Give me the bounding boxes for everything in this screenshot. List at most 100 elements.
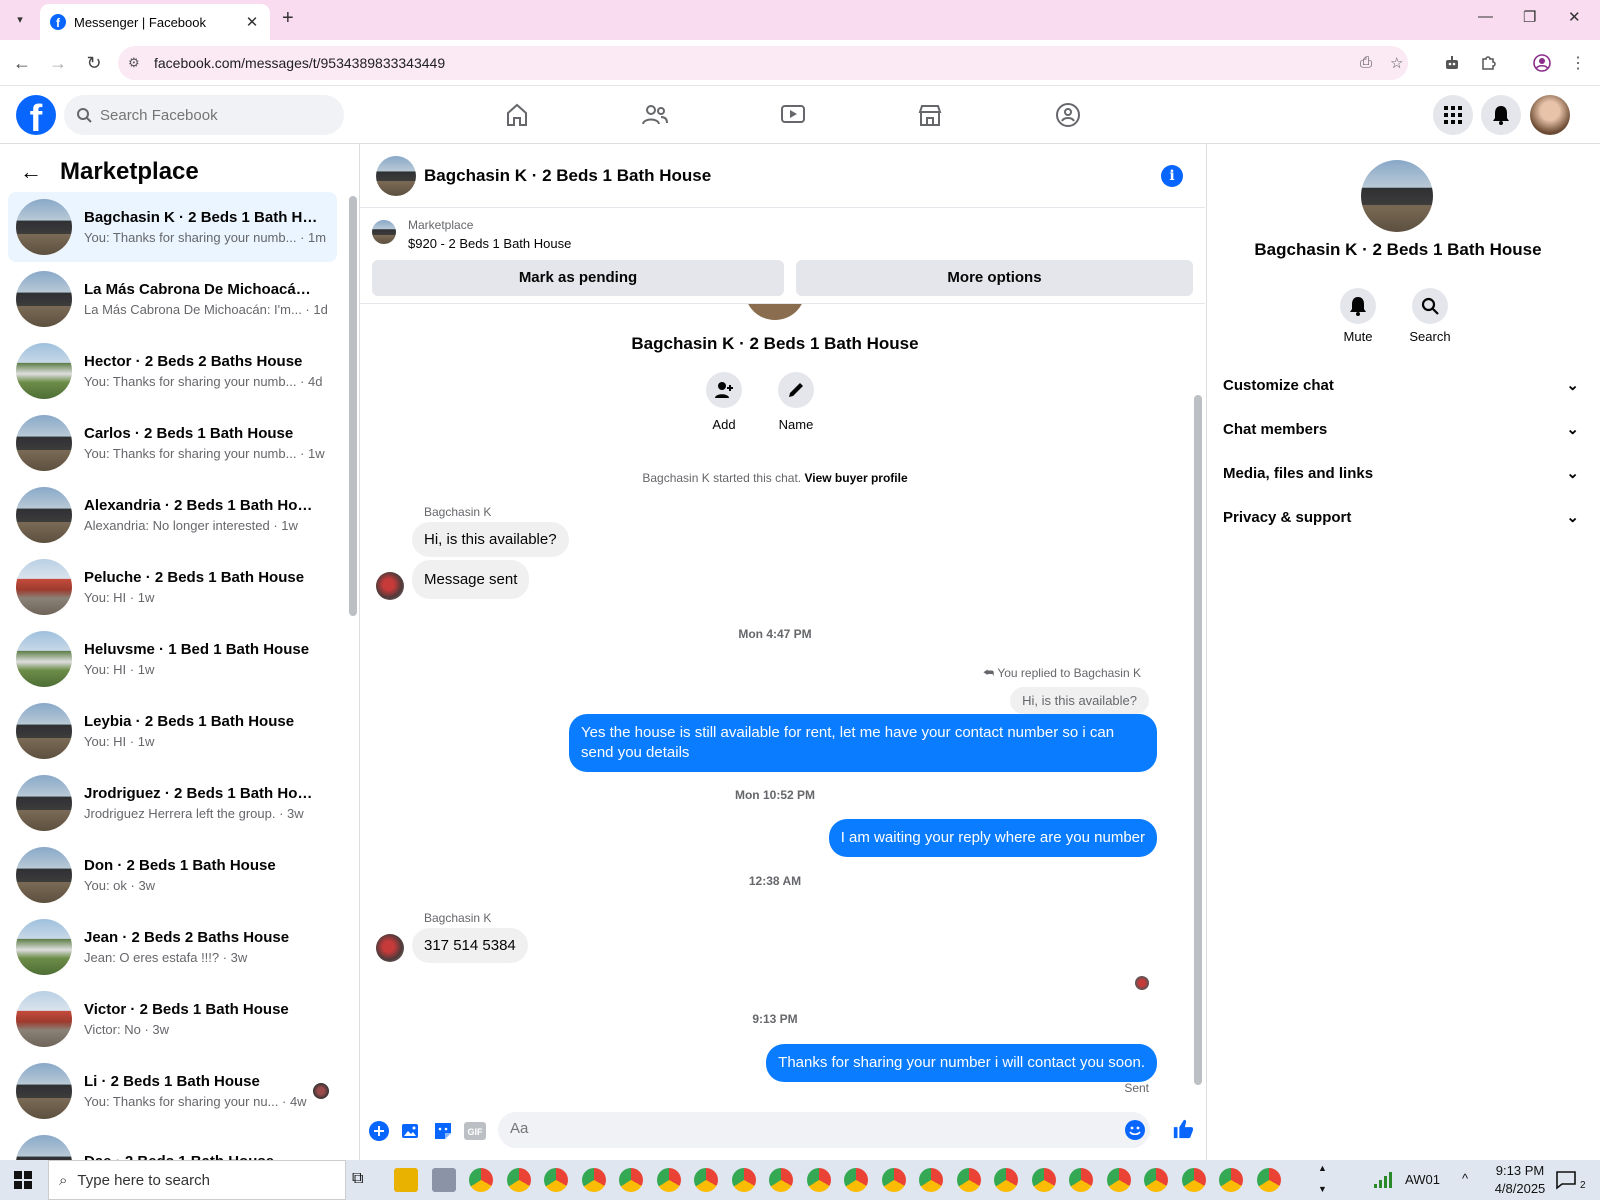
extension-robot-icon[interactable]	[1442, 53, 1462, 73]
conversation-item[interactable]: Dae · 2 Beds 1 Bath House	[8, 1128, 337, 1160]
listing-thumbnail[interactable]	[372, 220, 396, 244]
conversation-list-scrollbar[interactable]	[349, 196, 357, 616]
conversation-item[interactable]: Alexandria · 2 Beds 1 Bath House Alexandr…	[8, 480, 337, 550]
back-arrow-icon[interactable]: ←	[20, 159, 42, 185]
facebook-logo-icon[interactable]: f	[16, 95, 56, 135]
more-actions-plus-icon[interactable]	[368, 1120, 390, 1142]
conversation-item[interactable]: Peluche · 2 Beds 1 Bath House You: HI · 1…	[8, 552, 337, 622]
conversation-item[interactable]: La Más Cabrona De Michoacán ·... La Más C…	[8, 264, 337, 334]
outgoing-message[interactable]: Yes the house is still available for ren…	[569, 714, 1157, 772]
search-conversation-icon[interactable]	[1412, 288, 1448, 324]
video-icon[interactable]	[773, 98, 813, 132]
conversation-item[interactable]: Jean · 2 Beds 2 Baths House Jean: O eres …	[8, 912, 337, 982]
taskbar-app-icon[interactable]	[581, 1168, 606, 1192]
sticker-icon[interactable]	[432, 1120, 454, 1142]
chat-members-section[interactable]: Chat members ⌄	[1223, 414, 1579, 444]
notification-center-icon[interactable]	[1556, 1170, 1578, 1190]
friends-icon[interactable]	[635, 98, 675, 132]
gif-icon[interactable]: GIF	[464, 1120, 486, 1142]
taskbar-app-icon[interactable]	[544, 1168, 568, 1192]
conversation-item[interactable]: Don · 2 Beds 1 Bath House You: ok · 3w	[8, 840, 337, 910]
taskbar-search[interactable]: ⌕ Type here to search	[48, 1160, 346, 1200]
mark-pending-button[interactable]: Mark as pending	[372, 260, 784, 296]
apps-menu-icon[interactable]	[1433, 95, 1473, 135]
install-icon[interactable]: ⎙	[1360, 54, 1372, 71]
mute-bell-icon[interactable]	[1340, 288, 1376, 324]
signal-icon[interactable]	[1372, 1170, 1396, 1190]
back-icon[interactable]: ←	[12, 53, 32, 73]
quoted-message[interactable]: Hi, is this available?	[1010, 687, 1149, 714]
conversation-item[interactable]: Hector · 2 Beds 2 Baths House You: Thanks…	[8, 336, 337, 406]
taskbar-app-icon[interactable]	[1181, 1168, 1206, 1192]
taskbar-app-icon[interactable]	[1144, 1168, 1168, 1192]
profile-icon[interactable]	[1532, 53, 1552, 73]
conversation-item[interactable]: Carlos · 2 Beds 1 Bath House You: Thanks …	[8, 408, 337, 478]
listing-title[interactable]: $920 - 2 Beds 1 Bath House	[408, 236, 571, 251]
more-options-button[interactable]: More options	[796, 260, 1193, 296]
details-avatar[interactable]	[1361, 160, 1433, 232]
incoming-message[interactable]: Message sent	[412, 560, 530, 599]
taskbar-app-icon[interactable]	[919, 1168, 943, 1192]
taskbar-app-icon[interactable]	[731, 1168, 756, 1192]
extensions-puzzle-icon[interactable]	[1478, 53, 1498, 73]
edit-name-icon[interactable]	[778, 372, 814, 408]
info-icon[interactable]: i	[1161, 165, 1183, 187]
windows-start-icon[interactable]	[14, 1171, 32, 1189]
taskbar-app-icon[interactable]	[956, 1168, 981, 1192]
sender-avatar[interactable]	[376, 572, 404, 600]
media-files-section[interactable]: Media, files and links ⌄	[1223, 458, 1579, 488]
taskbar-app-icon[interactable]	[769, 1168, 793, 1192]
show-hidden-icons-icon[interactable]: ^	[1462, 1171, 1468, 1186]
privacy-support-section[interactable]: Privacy & support ⌄	[1223, 502, 1579, 532]
conversation-item[interactable]: Jrodriguez · 2 Beds 1 Bath House Jrodrigu…	[8, 768, 337, 838]
browser-tab[interactable]: f Messenger | Facebook ✕	[40, 4, 270, 40]
add-person-icon[interactable]	[706, 372, 742, 408]
taskbar-app-icon[interactable]	[1256, 1168, 1281, 1192]
site-info-icon[interactable]: ⚙	[118, 55, 148, 71]
conversation-item[interactable]: Leybia · 2 Beds 1 Bath House You: HI · 1w	[8, 696, 337, 766]
groups-icon[interactable]	[1048, 98, 1088, 132]
taskbar-app-icon[interactable]	[394, 1168, 418, 1192]
tray-scroll-down-icon[interactable]: ▼	[1318, 1184, 1327, 1194]
close-tab-icon[interactable]: ✕	[244, 13, 260, 31]
conversation-item[interactable]: Li · 2 Beds 1 Bath House You: Thanks for …	[8, 1056, 337, 1126]
minimize-icon[interactable]: —	[1478, 8, 1493, 25]
taskbar-date[interactable]: 4/8/2025	[1490, 1181, 1550, 1196]
taskbar-app-icon[interactable]	[656, 1168, 681, 1192]
home-icon[interactable]	[497, 98, 537, 132]
chat-avatar[interactable]	[376, 155, 416, 196]
browser-menu-icon[interactable]: ⋮	[1568, 53, 1588, 73]
tray-scroll-up-icon[interactable]: ▲	[1318, 1163, 1327, 1173]
conversation-item[interactable]: Victor · 2 Beds 1 Bath House Victor: No ·…	[8, 984, 337, 1054]
chat-scrollbar[interactable]	[1194, 395, 1202, 1085]
like-thumb-icon[interactable]	[1172, 1118, 1194, 1140]
chat-title[interactable]: Bagchasin K · 2 Beds 1 Bath House	[424, 166, 711, 186]
bookmark-star-icon[interactable]: ☆	[1390, 54, 1403, 72]
customize-chat-section[interactable]: Customize chat ⌄	[1223, 370, 1579, 400]
close-window-icon[interactable]: ✕	[1568, 8, 1581, 26]
facebook-search[interactable]	[64, 95, 344, 135]
emoji-icon[interactable]	[1124, 1119, 1146, 1141]
taskbar-app-icon[interactable]	[806, 1168, 831, 1192]
taskbar-app-icon[interactable]	[431, 1168, 456, 1192]
conversation-item[interactable]: Heluvsme · 1 Bed 1 Bath House You: HI · 1…	[8, 624, 337, 694]
incoming-message[interactable]: Hi, is this available?	[412, 522, 569, 557]
task-view-icon[interactable]: ⧉	[352, 1170, 363, 1188]
taskbar-app-icon[interactable]	[694, 1168, 718, 1192]
message-input[interactable]	[510, 1120, 1070, 1137]
taskbar-app-icon[interactable]	[506, 1168, 531, 1192]
taskbar-app-icon[interactable]	[844, 1168, 868, 1192]
taskbar-app-icon[interactable]	[1106, 1168, 1131, 1192]
taskbar-label[interactable]: AW01	[1405, 1172, 1440, 1187]
taskbar-app-icon[interactable]	[881, 1168, 906, 1192]
facebook-search-input[interactable]	[100, 106, 320, 124]
taskbar-time[interactable]: 9:13 PM	[1490, 1163, 1550, 1178]
taskbar-app-icon[interactable]	[994, 1168, 1018, 1192]
incoming-message[interactable]: 317 514 5384	[412, 928, 528, 963]
taskbar-app-icon[interactable]	[1031, 1168, 1056, 1192]
view-buyer-profile-link[interactable]: View buyer profile	[804, 471, 907, 485]
notifications-bell-icon[interactable]	[1481, 95, 1521, 135]
reload-icon[interactable]: ↻	[84, 53, 104, 73]
forward-icon[interactable]: →	[48, 53, 68, 73]
account-avatar[interactable]	[1530, 95, 1570, 135]
